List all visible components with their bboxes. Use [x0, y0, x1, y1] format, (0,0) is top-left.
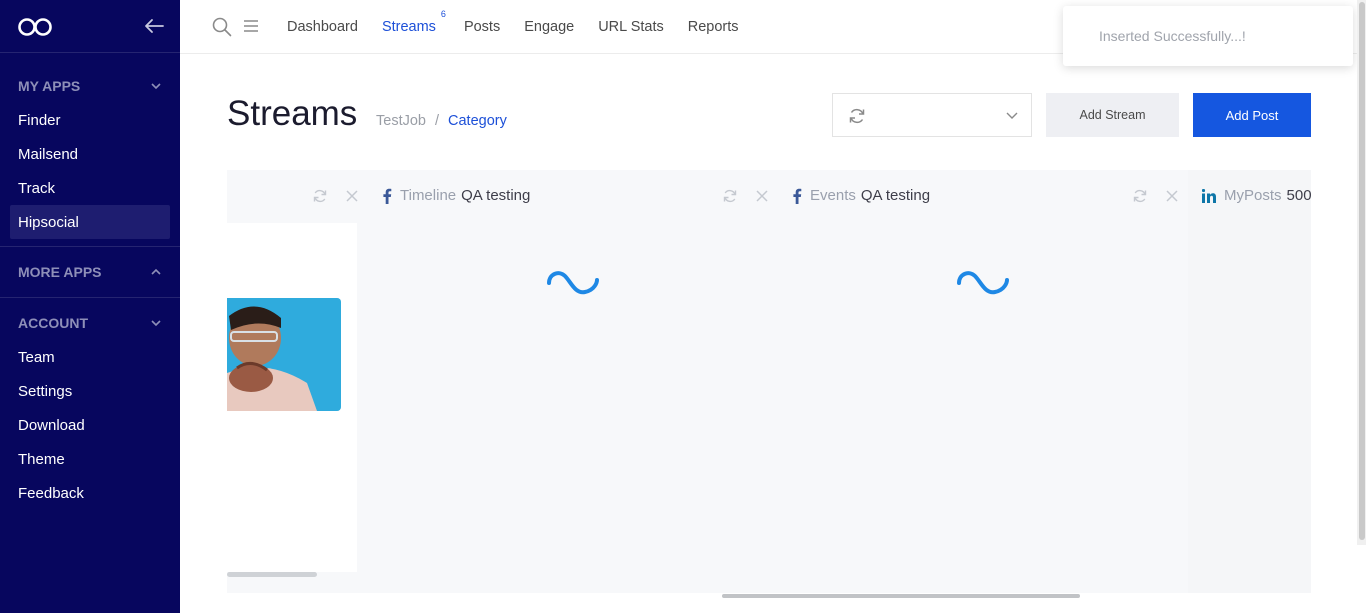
sidebar-item-finder[interactable]: Finder [0, 103, 170, 137]
nav-links: Dashboard Streams 6 Posts Engage URL Sta… [287, 0, 763, 54]
nav-streams-label: Streams [381, 19, 436, 35]
column-header: Timeline QA testing [382, 187, 530, 204]
post-image [227, 298, 341, 411]
nav-posts[interactable]: Posts [464, 19, 500, 35]
search-icon[interactable] [212, 17, 232, 37]
section-header-more-apps[interactable]: MORE APPS [0, 255, 180, 289]
refresh-icon[interactable] [722, 188, 738, 204]
sidebar-section-more-apps: MORE APPS [0, 247, 180, 297]
breadcrumb-separator: / [434, 113, 440, 129]
stream-type: MyPosts [1224, 187, 1282, 204]
nav-url-stats[interactable]: URL Stats [598, 19, 664, 35]
column-header: Events QA testing [792, 187, 930, 204]
stream-column-events: Events QA testing [778, 170, 1188, 593]
chevron-down-icon [151, 83, 161, 90]
streams-board[interactable]: Timeline QA testing Events QA testing My [227, 170, 1311, 593]
sidebar-item-track[interactable]: Track [0, 171, 170, 205]
column-actions [722, 188, 770, 204]
sidebar-item-hipsocial[interactable]: Hipsocial [10, 205, 170, 239]
nav-streams[interactable]: Streams 6 [381, 9, 446, 35]
stream-column-myposts: MyPosts 500 [1188, 170, 1311, 593]
section-title: ACCOUNT [18, 315, 88, 331]
person-photo-image [227, 298, 341, 411]
breadcrumb-current[interactable]: Category [448, 113, 507, 129]
nav-reports[interactable]: Reports [688, 19, 739, 35]
sidebar-item-mailsend[interactable]: Mailsend [0, 137, 170, 171]
add-post-button[interactable]: Add Post [1193, 93, 1311, 137]
chevron-up-icon [151, 268, 161, 275]
horizontal-scrollbar[interactable] [722, 594, 1080, 598]
close-icon[interactable] [344, 188, 360, 204]
sidebar-header [0, 0, 180, 53]
stream-column [227, 170, 368, 593]
streams-count-badge: 6 [440, 9, 446, 19]
section-title: MORE APPS [18, 264, 102, 280]
sidebar-item-settings[interactable]: Settings [0, 374, 170, 408]
stream-type: Timeline [400, 187, 457, 204]
nav-engage[interactable]: Engage [524, 19, 574, 35]
chevron-down-icon [151, 320, 161, 327]
section-header-account[interactable]: ACCOUNT [0, 306, 180, 340]
sidebar-section-my-apps: MY APPS Finder Mailsend Track Hipsocial [0, 53, 180, 246]
sidebar-item-team[interactable]: Team [0, 340, 170, 374]
post-card[interactable] [227, 223, 357, 572]
sidebar-item-feedback[interactable]: Feedback [0, 476, 170, 510]
facebook-icon [383, 188, 392, 204]
facebook-icon [793, 188, 802, 204]
loading-spinner-icon [547, 271, 599, 295]
add-stream-button[interactable]: Add Stream [1046, 93, 1179, 137]
app-logo-icon[interactable] [17, 17, 53, 37]
close-icon[interactable] [754, 188, 770, 204]
collapse-sidebar-icon[interactable] [143, 16, 165, 36]
stream-type: Events [810, 187, 856, 204]
sidebar-item-theme[interactable]: Theme [0, 442, 170, 476]
close-icon[interactable] [1164, 188, 1180, 204]
stream-name: 500 [1286, 187, 1311, 204]
sidebar-item-download[interactable]: Download [0, 408, 170, 442]
linkedin-icon [1202, 188, 1216, 203]
breadcrumb: TestJob / Category [376, 113, 507, 129]
column-header: MyPosts 500 [1202, 187, 1311, 204]
stream-select-dropdown[interactable] [832, 93, 1032, 137]
column-actions [1132, 188, 1180, 204]
section-header-my-apps[interactable]: MY APPS [0, 69, 180, 103]
menu-icon[interactable] [244, 20, 258, 32]
sidebar: MY APPS Finder Mailsend Track Hipsocial … [0, 0, 180, 613]
column-actions [312, 188, 360, 204]
refresh-icon[interactable] [848, 107, 866, 125]
section-title: MY APPS [18, 78, 81, 94]
refresh-icon[interactable] [1132, 188, 1148, 204]
breadcrumb-job[interactable]: TestJob [376, 113, 426, 129]
stream-name: QA testing [461, 187, 531, 204]
page-title: Streams [227, 94, 358, 133]
sidebar-section-account: ACCOUNT Team Settings Download Theme Fee… [0, 298, 180, 510]
nav-dashboard[interactable]: Dashboard [287, 19, 358, 35]
loading-spinner-icon [957, 271, 1009, 295]
vertical-scrollbar-thumb[interactable] [1359, 2, 1365, 540]
stream-name: QA testing [860, 187, 931, 204]
success-toast[interactable]: Inserted Successfully...! [1063, 6, 1353, 66]
chevron-down-icon [1006, 112, 1018, 119]
stream-column-timeline: Timeline QA testing [368, 170, 778, 593]
refresh-icon[interactable] [312, 188, 328, 204]
column-scrollbar[interactable] [227, 572, 317, 577]
